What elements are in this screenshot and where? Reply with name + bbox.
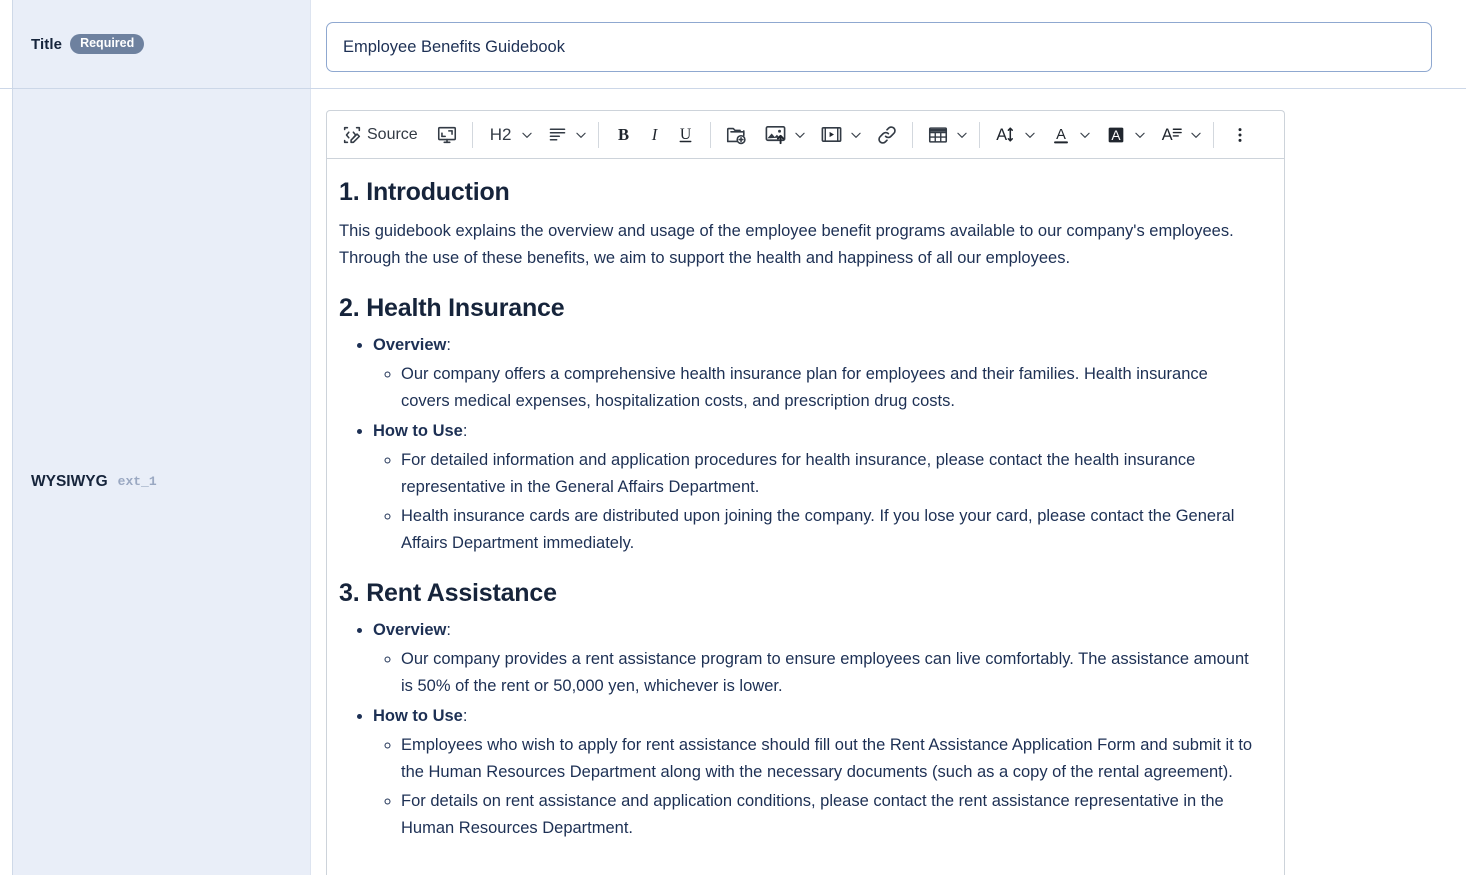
insert-table-button[interactable] <box>922 118 954 152</box>
svg-text:I: I <box>651 125 659 144</box>
list-item: Overview: Our company offers a comprehen… <box>373 332 1260 416</box>
font-size-button[interactable]: A <box>989 118 1022 152</box>
svg-text:A: A <box>1162 126 1173 144</box>
list-item: How to Use: For detailed information and… <box>373 418 1260 558</box>
toolbar-separator <box>598 121 600 148</box>
bold-icon: B <box>618 125 629 144</box>
heading-rent-assistance: 3. Rent Assistance <box>339 578 557 607</box>
howto-colon: : <box>462 706 468 725</box>
editor-toolbar: Source H2 B I U A A A A <box>326 110 1285 158</box>
font-size-chevron-down-icon[interactable] <box>1022 128 1038 142</box>
background-color-icon: A <box>1109 127 1124 143</box>
list-health-insurance: Overview: Our company offers a comprehen… <box>373 332 1260 558</box>
svg-text:A: A <box>1112 128 1122 143</box>
svg-text:A: A <box>997 126 1008 144</box>
list-item: Our company offers a comprehensive healt… <box>401 361 1260 415</box>
toolbar-separator <box>710 121 712 148</box>
list-item: How to Use: Employees who wish to apply … <box>373 703 1260 843</box>
list-item: Overview: Our company provides a rent as… <box>373 617 1260 701</box>
editor-content-area[interactable]: 1. Introduction This guidebook explains … <box>326 158 1285 875</box>
overview-colon: : <box>446 335 451 354</box>
line-height-icon: A <box>1162 126 1183 144</box>
insert-image-button[interactable] <box>759 118 792 152</box>
align-left-icon <box>550 128 566 141</box>
source-button[interactable]: Source <box>337 118 424 152</box>
underline-icon: U <box>679 126 692 143</box>
fullscreen-button[interactable] <box>431 118 463 152</box>
link-icon <box>878 125 897 144</box>
heading-health-insurance: 2. Health Insurance <box>339 293 565 322</box>
toolbar-separator <box>979 121 981 148</box>
alignment-chevron-down-icon[interactable] <box>573 128 589 142</box>
list-item: For detailed information and application… <box>401 447 1260 501</box>
wysiwyg-label: WYSIWYG <box>31 472 108 490</box>
line-height-button[interactable]: A <box>1155 118 1188 152</box>
howto-colon: : <box>462 421 468 440</box>
svg-text:U: U <box>680 126 692 143</box>
more-options-button[interactable] <box>1225 118 1255 152</box>
video-chevron-down-icon[interactable] <box>848 128 864 142</box>
list-rent-assistance: Overview: Our company provides a rent as… <box>373 617 1260 843</box>
background-color-chevron-down-icon[interactable] <box>1132 128 1148 142</box>
image-upload-icon <box>766 126 786 145</box>
italic-icon: I <box>651 125 659 144</box>
toolbar-separator <box>1213 121 1215 148</box>
italic-button[interactable]: I <box>639 118 670 152</box>
section-divider <box>0 88 1466 89</box>
required-badge: Required <box>70 34 145 54</box>
font-color-button[interactable]: A <box>1045 118 1077 152</box>
folder-add-icon <box>727 127 747 144</box>
field-label-rail: Title Required WYSIWYG ext_1 <box>12 0 311 875</box>
title-label: Title <box>31 35 63 53</box>
list-item: Employees who wish to apply for rent ass… <box>401 732 1260 786</box>
fullscreen-icon <box>437 126 456 143</box>
alignment-button[interactable] <box>542 118 573 152</box>
insert-video-button[interactable] <box>815 118 848 152</box>
overview-label: Overview <box>373 620 447 639</box>
heading-introduction: 1. Introduction <box>339 178 510 206</box>
source-code-icon <box>343 126 361 143</box>
bold-button[interactable]: B <box>608 118 639 152</box>
list-item: For details on rent assistance and appli… <box>401 788 1260 842</box>
font-color-chevron-down-icon[interactable] <box>1077 128 1093 142</box>
table-icon <box>929 126 948 143</box>
list-item: Health insurance cards are distributed u… <box>401 503 1260 557</box>
underline-button[interactable]: U <box>670 118 701 152</box>
toolbar-separator <box>912 121 914 148</box>
table-chevron-down-icon[interactable] <box>954 128 970 142</box>
wysiwyg-field-label-cell: WYSIWYG ext_1 <box>12 88 311 875</box>
wysiwyg-editor-page: Title Required WYSIWYG ext_1 Source <box>0 0 1466 875</box>
overview-label: Overview <box>373 335 447 354</box>
font-color-icon: A <box>1054 127 1069 143</box>
svg-text:B: B <box>618 125 629 144</box>
heading-chevron-down-icon[interactable] <box>519 128 535 142</box>
title-field-label-cell: Title Required <box>12 0 311 88</box>
insert-file-button[interactable] <box>720 118 752 152</box>
svg-text:A: A <box>1057 127 1067 143</box>
paragraph-introduction: This guidebook explains the overview and… <box>339 222 1234 268</box>
title-input[interactable] <box>326 22 1432 72</box>
wysiwyg-editor: Source H2 B I U A A A A 1. Introduction … <box>326 110 1285 875</box>
list-item: Our company provides a rent assistance p… <box>401 646 1260 700</box>
source-button-label: Source <box>367 125 418 143</box>
insert-link-button[interactable] <box>871 118 903 152</box>
more-vertical-icon <box>1238 127 1242 142</box>
overview-colon: : <box>446 620 451 639</box>
video-icon <box>822 126 842 143</box>
howto-label: How to Use <box>373 706 463 725</box>
image-chevron-down-icon[interactable] <box>792 128 808 142</box>
heading-select[interactable]: H2 <box>482 118 520 152</box>
toolbar-separator <box>471 121 473 148</box>
wysiwyg-ext-id: ext_1 <box>117 474 157 489</box>
line-height-chevron-down-icon[interactable] <box>1188 128 1204 142</box>
document-body: 1. Introduction This guidebook explains … <box>339 177 1260 843</box>
howto-label: How to Use <box>373 421 463 440</box>
title-field-wrapper <box>326 22 1432 72</box>
background-color-button[interactable]: A <box>1100 118 1132 152</box>
font-size-icon: A <box>997 126 1014 144</box>
